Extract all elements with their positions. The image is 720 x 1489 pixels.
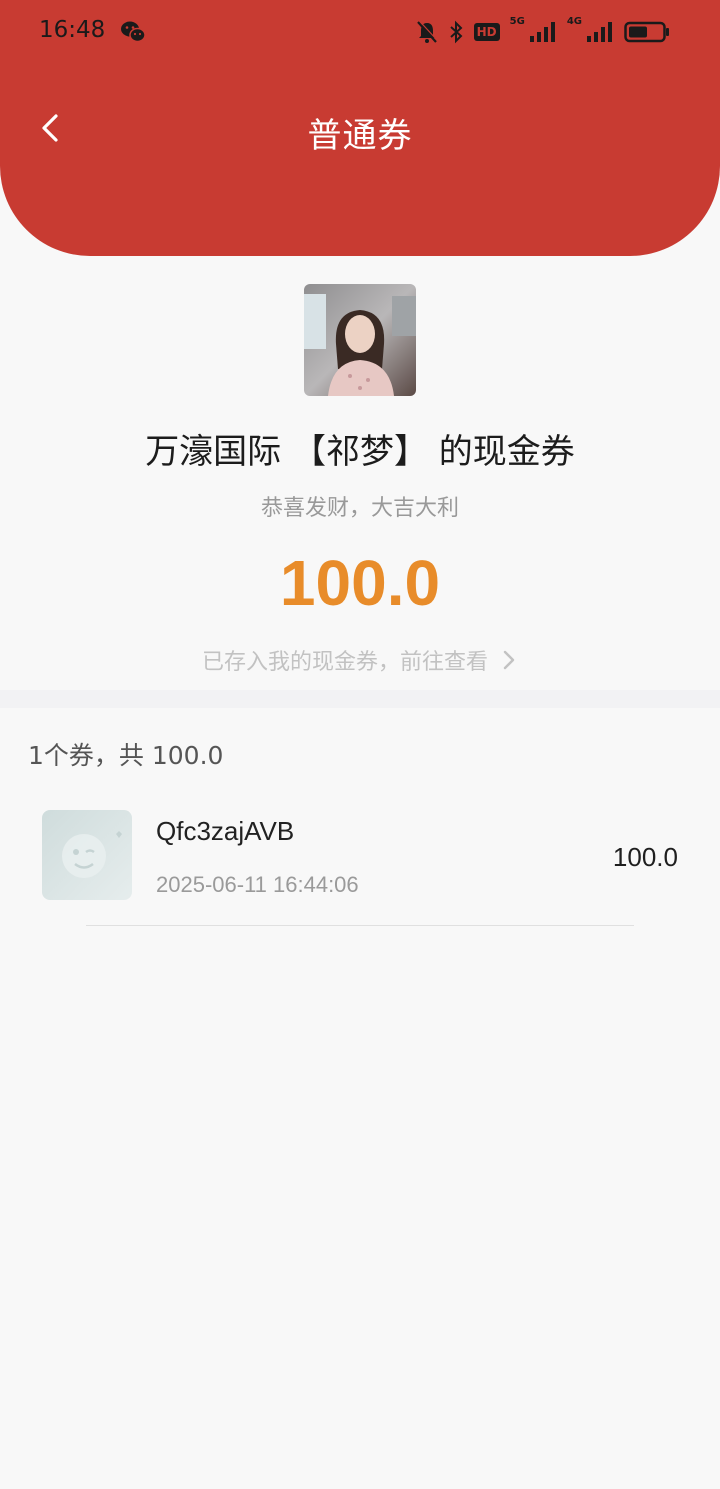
status-time: 16:48 (39, 17, 106, 43)
item-divider (86, 925, 634, 926)
net-4g-label: 4G (566, 16, 582, 27)
bluetooth-icon (449, 20, 463, 44)
item-amount: 100.0 (612, 842, 678, 872)
signal-5g-icon (529, 22, 555, 42)
sender-title: 万濠国际 【祁梦】 的现金券 (145, 432, 575, 472)
sender-avatar[interactable] (304, 284, 416, 396)
chevron-right-icon (503, 650, 515, 670)
item-name: Qfc3zajAVB (156, 816, 295, 846)
net-5g-label: 5G (509, 16, 525, 27)
wechat-icon (121, 21, 146, 43)
signal-4g-icon (587, 22, 612, 42)
coupon-amount: 100.0 (279, 547, 441, 619)
status-icons: HD 5G 4G (416, 16, 670, 46)
battery-icon (624, 21, 669, 43)
coupon-summary: 1个券，共 100.0 (28, 741, 224, 770)
item-time: 2025-06-11 16:44:06 (156, 872, 359, 897)
status-bar: 16:48 HD 5G 4G (0, 0, 720, 66)
screen: 16:48 HD 5G 4G 普通券 万濠国际 【祁梦】 的现金券 恭喜发财，大… (0, 0, 720, 1489)
item-avatar (42, 810, 132, 900)
mute-bell-icon (416, 20, 438, 43)
section-divider (0, 690, 720, 708)
header: 16:48 HD 5G 4G 普通券 (0, 0, 720, 256)
hd-badge: HD (473, 23, 500, 41)
page-title: 普通券 (307, 116, 413, 156)
list-item[interactable]: Qfc3zajAVB 2025-06-11 16:44:06 100.0 (0, 800, 720, 928)
greeting-text: 恭喜发财，大吉大利 (260, 496, 459, 521)
default-avatar-icon (62, 831, 122, 878)
view-my-coupons-link[interactable]: 已存入我的现金券，前往查看 (0, 644, 720, 676)
stored-text: 已存入我的现金券，前往查看 (201, 650, 488, 675)
